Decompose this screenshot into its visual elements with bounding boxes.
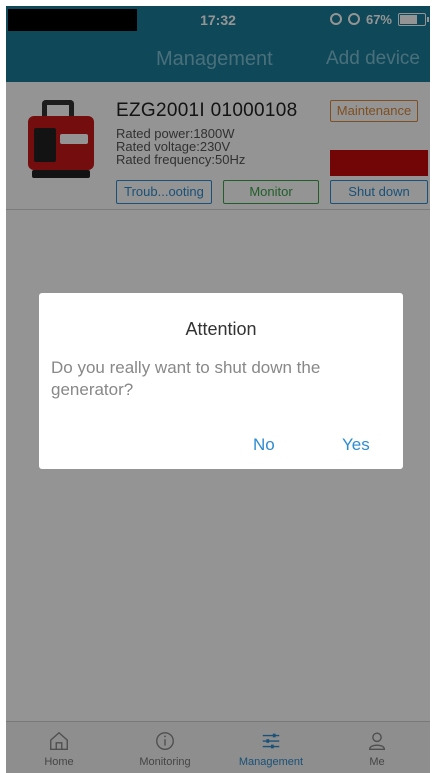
dialog-no-button[interactable]: No	[253, 435, 275, 455]
dialog-yes-button[interactable]: Yes	[342, 435, 370, 455]
app-screen: 17:32 67% Management Add device EZG2001I…	[6, 6, 430, 773]
attention-dialog: Attention Do you really want to shut dow…	[39, 293, 403, 469]
dialog-message: Do you really want to shut down the gene…	[51, 358, 321, 399]
dialog-title: Attention	[185, 319, 257, 339]
